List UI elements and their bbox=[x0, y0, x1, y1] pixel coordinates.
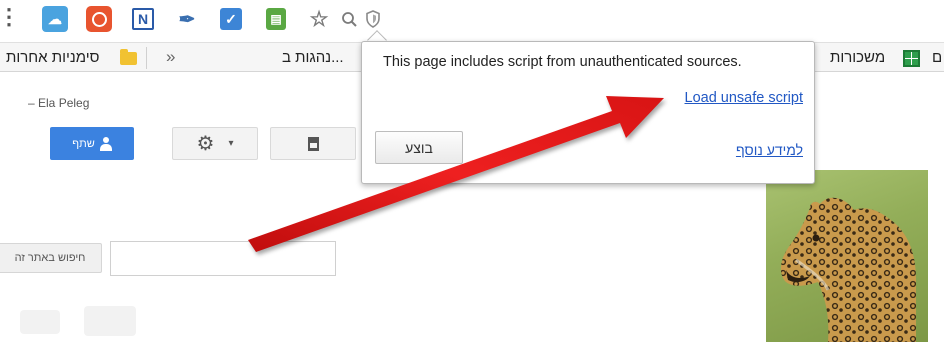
other-bookmarks-label[interactable]: סימניות אחרות bbox=[6, 49, 99, 66]
person-icon bbox=[99, 136, 112, 151]
site-search-input[interactable] bbox=[110, 241, 336, 276]
user-name[interactable]: – Ela Peleg bbox=[28, 96, 89, 110]
user-name-text: Ela Peleg bbox=[38, 96, 90, 110]
bookmark-salaries-label[interactable]: משכורות bbox=[830, 49, 885, 66]
menu-icon[interactable]: ⋮ bbox=[0, 4, 22, 30]
more-bookmarks-chevron-icon[interactable]: » bbox=[166, 47, 175, 67]
checkmark-extension-icon[interactable]: ✓ bbox=[220, 8, 242, 30]
tool-extension-icon[interactable]: ✒ bbox=[174, 6, 200, 32]
spreadsheet-icon bbox=[903, 50, 920, 67]
onenote-extension-icon[interactable]: N bbox=[132, 8, 154, 30]
load-unsafe-script-link[interactable]: Load unsafe script bbox=[685, 90, 804, 106]
bookmark-edge-label[interactable]: ם bbox=[932, 49, 942, 66]
bookmarks-divider bbox=[146, 47, 147, 69]
extension-toolbar: ⋮ ☁ N ✒ ✓ ▤ ☆ bbox=[0, 0, 944, 38]
site-search-button[interactable]: חיפוש באתר זה bbox=[0, 243, 102, 273]
learn-more-link[interactable]: למידע נוסף bbox=[736, 142, 803, 158]
document-button[interactable] bbox=[270, 127, 356, 160]
folder-icon bbox=[120, 49, 137, 65]
share-button[interactable]: שתף bbox=[50, 127, 134, 160]
blurred-placeholder bbox=[84, 306, 136, 336]
zoom-icon[interactable] bbox=[336, 6, 362, 32]
gear-icon: ⚙ bbox=[196, 133, 215, 155]
timer-extension-icon[interactable] bbox=[86, 6, 112, 32]
done-button[interactable]: בוצע bbox=[375, 131, 463, 164]
settings-button[interactable]: ⚙ ▾ bbox=[172, 127, 258, 160]
leopard-photo bbox=[766, 170, 928, 342]
bookmark-star-icon[interactable]: ☆ bbox=[306, 6, 332, 32]
popup-message: This page includes script from unauthent… bbox=[383, 54, 742, 70]
document-icon bbox=[307, 136, 319, 151]
bookmark-partial-label[interactable]: נהגות ב... bbox=[282, 49, 344, 66]
chevron-down-icon: ▾ bbox=[228, 138, 234, 149]
blurred-placeholder bbox=[20, 310, 60, 334]
unsafe-script-popup: This page includes script from unauthent… bbox=[361, 41, 815, 184]
green-app-extension-icon[interactable]: ▤ bbox=[266, 8, 286, 30]
shield-icon[interactable] bbox=[360, 6, 386, 32]
share-button-label: שתף bbox=[72, 137, 95, 150]
cloud-extension-icon[interactable]: ☁ bbox=[42, 6, 68, 32]
